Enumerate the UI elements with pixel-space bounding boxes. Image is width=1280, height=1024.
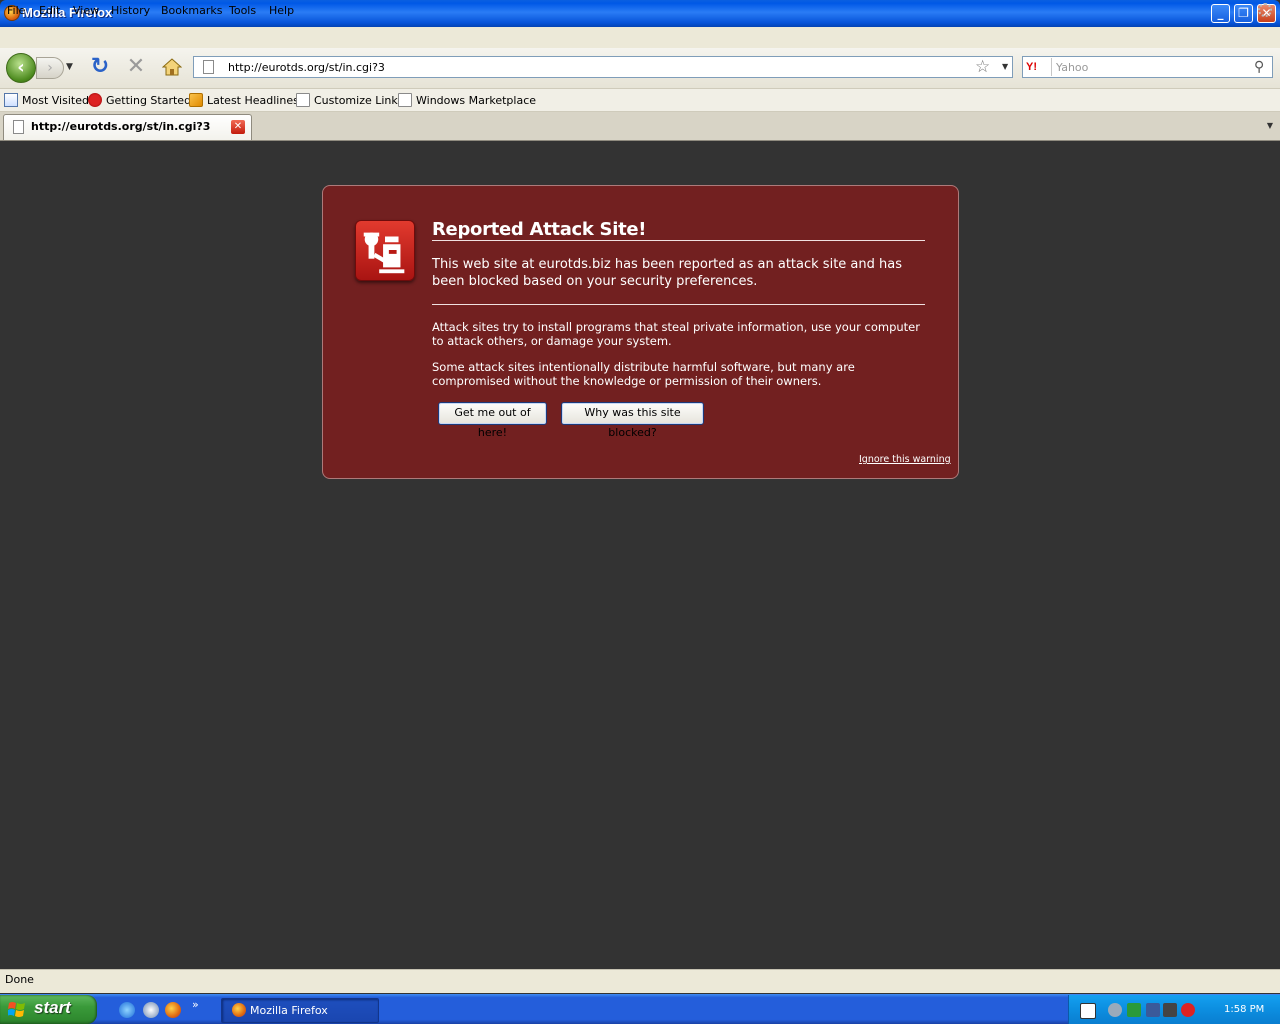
divider — [432, 304, 925, 305]
bookmark-customize-links[interactable]: Customize Links — [296, 93, 404, 109]
forward-button[interactable]: › — [36, 57, 64, 79]
getting-started-icon — [88, 93, 102, 107]
page-icon — [296, 93, 310, 107]
search-icon[interactable]: ⚲ — [1254, 58, 1264, 76]
quicklaunch-more-icon[interactable]: » — [192, 998, 199, 1011]
clock: 1:58 PM — [1224, 1004, 1265, 1015]
bookmark-label: Windows Marketplace — [416, 94, 537, 107]
search-input[interactable] — [1056, 58, 1246, 76]
throbber-icon — [1258, 3, 1272, 17]
windows-logo-icon — [8, 1002, 25, 1017]
help-tray-icon[interactable] — [1080, 1003, 1096, 1019]
blocked-site-icon — [355, 220, 415, 281]
error-title: Reported Attack Site! — [432, 219, 647, 240]
bookmark-star-icon[interactable]: ☆ — [975, 57, 990, 77]
internet-explorer-icon[interactable] — [119, 1002, 135, 1018]
menu-file[interactable]: File — [7, 4, 25, 17]
tab-title[interactable]: http://eurotds.org/st/in.cgi?3 — [31, 120, 210, 133]
media-player-icon[interactable] — [143, 1002, 159, 1018]
most-visited-icon — [4, 93, 18, 107]
why-blocked-button[interactable]: Why was this site blocked? — [561, 402, 704, 439]
bookmark-label: Most Visited — [22, 94, 89, 107]
error-short-description: This web site at eurotds.biz has been re… — [432, 257, 902, 289]
error-long-description: Some attack sites intentionally distribu… — [432, 360, 855, 388]
home-icon[interactable] — [162, 57, 182, 77]
bookmark-label: Latest Headlines — [207, 94, 299, 107]
menu-bookmarks[interactable]: Bookmarks — [161, 4, 222, 17]
network-tray-icon[interactable] — [1146, 1003, 1160, 1017]
url-text[interactable]: http://eurotds.org/st/in.cgi?3 — [228, 61, 385, 74]
firefox-quicklaunch-icon[interactable] — [165, 1002, 181, 1018]
menu-help[interactable]: Help — [269, 4, 294, 17]
bookmark-most-visited[interactable]: Most Visited — [4, 93, 89, 109]
menu-bar — [0, 27, 1280, 49]
bookmark-latest-headlines[interactable]: Latest Headlines — [189, 93, 299, 109]
status-text: Done — [5, 973, 34, 986]
error-long-description: Attack sites try to install programs tha… — [432, 320, 920, 348]
back-button[interactable]: ‹ — [6, 53, 36, 83]
monitor-tray-icon[interactable] — [1163, 1003, 1177, 1017]
app-tray-icon[interactable] — [1127, 1003, 1141, 1017]
menu-history[interactable]: History — [111, 4, 150, 17]
page-icon — [203, 60, 214, 74]
status-bar — [0, 969, 1280, 993]
start-label[interactable]: start — [34, 998, 71, 1018]
back-tray-icon[interactable] — [1108, 1003, 1122, 1017]
page-icon — [398, 93, 412, 107]
bookmark-label: Getting Started — [106, 94, 192, 107]
minimize-button[interactable]: _ — [1211, 4, 1230, 23]
menu-view[interactable]: View — [73, 4, 99, 17]
divider — [432, 240, 925, 241]
rss-icon — [189, 93, 203, 107]
search-engine-button[interactable]: Y! — [1024, 58, 1052, 76]
get-me-out-button[interactable]: Get me out of here! — [438, 402, 547, 439]
url-dropdown-icon[interactable]: ▼ — [1002, 62, 1008, 71]
menu-edit[interactable]: Edit — [39, 4, 60, 17]
firefox-icon — [232, 1003, 246, 1017]
reload-icon[interactable]: ↻ — [90, 56, 110, 78]
bookmark-getting-started[interactable]: Getting Started — [88, 93, 191, 109]
tab-close-icon[interactable]: ✕ — [231, 120, 245, 134]
bookmark-label: Customize Links — [314, 94, 404, 107]
taskbar-button-label: Mozilla Firefox — [250, 1004, 328, 1017]
page-icon — [13, 120, 24, 134]
menu-tools[interactable]: Tools — [229, 4, 256, 17]
security-tray-icon[interactable] — [1181, 1003, 1195, 1017]
maximize-button[interactable]: ❐ — [1234, 4, 1253, 23]
bookmark-windows-marketplace[interactable]: Windows Marketplace — [398, 93, 536, 109]
stop-icon[interactable]: ✕ — [125, 56, 147, 78]
history-dropdown-icon[interactable]: ▼ — [66, 62, 73, 72]
tab-list-dropdown-icon[interactable]: ▼ — [1262, 118, 1278, 134]
ignore-warning-link[interactable]: Ignore this warning — [859, 454, 951, 465]
